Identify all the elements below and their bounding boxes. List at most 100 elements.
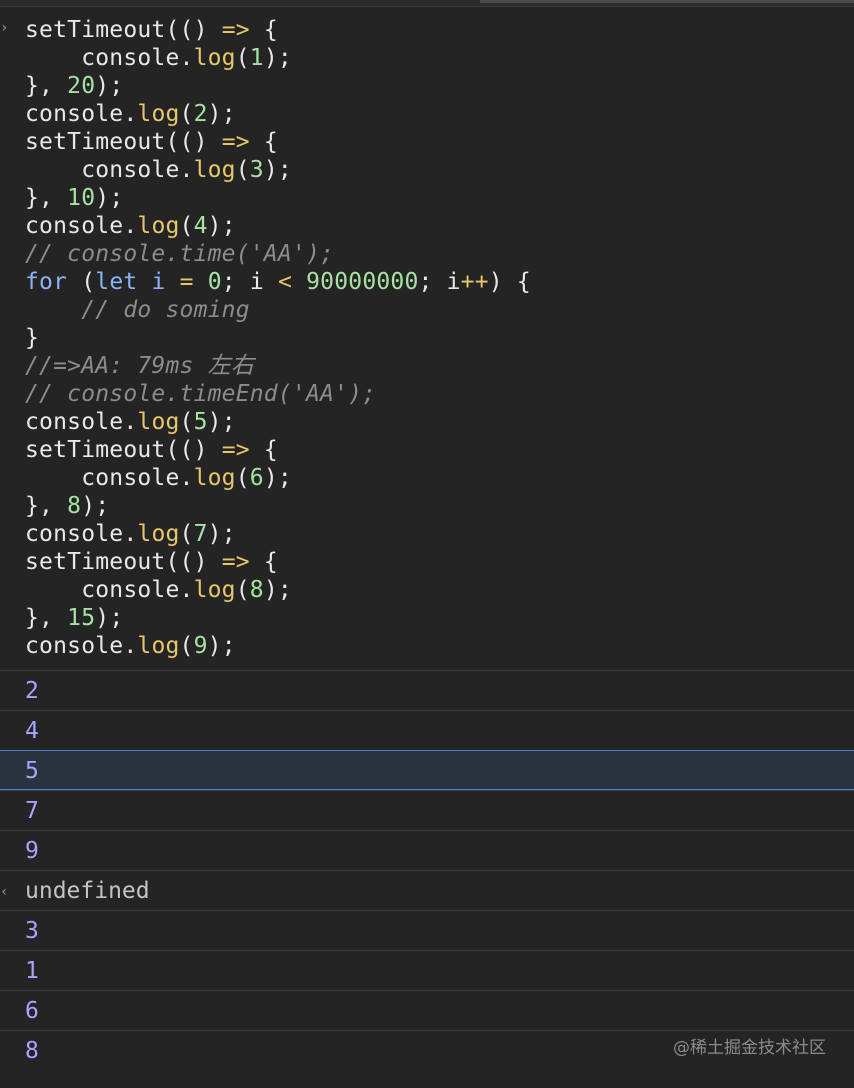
code-token: );	[263, 45, 292, 71]
code-token: console.	[25, 633, 138, 659]
return-value-chevron-icon: ‹	[0, 884, 9, 900]
code-token: },	[25, 185, 68, 211]
log-value: 5	[25, 758, 39, 784]
code-line: }, 10);	[25, 184, 531, 212]
code-token: log	[193, 465, 236, 491]
code-token: (	[67, 269, 96, 295]
code-token: 6	[249, 465, 264, 491]
console-output-list: 2 4 5 7 9 ‹ undefined 3 1 6 8	[0, 670, 854, 1070]
code-token: }	[25, 325, 40, 351]
code-token: (()	[165, 17, 222, 43]
code-token: );	[95, 605, 124, 631]
code-token: i	[151, 269, 166, 295]
code-token: =>	[221, 549, 250, 575]
console-log-row[interactable]: 7	[0, 790, 854, 830]
code-line: console.log(3);	[25, 156, 531, 184]
code-token: {	[249, 17, 278, 43]
code-token: },	[25, 605, 68, 631]
code-token: 1	[249, 45, 264, 71]
code-token: ++	[460, 269, 489, 295]
code-line: }	[25, 324, 531, 352]
code-token: );	[207, 101, 236, 127]
console-log-row[interactable]: 5	[0, 750, 854, 790]
code-token: {	[249, 437, 278, 463]
console-log-row[interactable]: 1	[0, 950, 854, 990]
console-log-row[interactable]: 9	[0, 830, 854, 870]
code-token: =	[179, 269, 194, 295]
code-token: 2	[193, 101, 208, 127]
code-line: console.log(9);	[25, 632, 531, 660]
code-line: console.log(7);	[25, 520, 531, 548]
code-line: // do soming	[25, 296, 531, 324]
code-token: setTimeout	[25, 437, 166, 463]
code-token: console.	[25, 45, 194, 71]
code-line: console.log(8);	[25, 576, 531, 604]
console-input-entry[interactable]: › setTimeout(() => { console.log(1);}, 2…	[0, 7, 854, 670]
log-value: 1	[25, 958, 39, 984]
console-log-row[interactable]: 6	[0, 990, 854, 1030]
code-token: (	[179, 633, 194, 659]
code-line: // console.timeEnd('AA');	[25, 380, 531, 408]
code-token: console.	[25, 101, 138, 127]
code-token: (	[235, 45, 250, 71]
console-result-row[interactable]: ‹ undefined	[0, 870, 854, 910]
code-token: 4	[193, 213, 208, 239]
horizontal-scrollbar[interactable]	[480, 0, 854, 3]
code-token: (()	[165, 437, 222, 463]
code-token: );	[263, 577, 292, 603]
code-token: 9	[193, 633, 208, 659]
code-token: (()	[165, 549, 222, 575]
code-token: (	[235, 577, 250, 603]
code-token: ; i	[418, 269, 461, 295]
code-line: setTimeout(() => {	[25, 128, 531, 156]
code-token: },	[25, 493, 68, 519]
code-token: log	[193, 157, 236, 183]
result-value: undefined	[25, 878, 150, 904]
code-token: 0	[207, 269, 222, 295]
code-token: //=>AA: 79ms 左右	[25, 353, 255, 379]
code-token: console.	[25, 465, 194, 491]
console-top-bar	[0, 0, 854, 7]
code-line: console.log(4);	[25, 212, 531, 240]
code-token: <	[278, 269, 293, 295]
code-token: 8	[249, 577, 264, 603]
code-token: 3	[249, 157, 264, 183]
code-token: );	[207, 633, 236, 659]
code-token: 7	[193, 521, 208, 547]
code-line: }, 15);	[25, 604, 531, 632]
console-log-row[interactable]: 2	[0, 670, 854, 710]
log-value: 8	[25, 1038, 39, 1064]
code-token: =>	[221, 129, 250, 155]
log-value: 6	[25, 998, 39, 1024]
code-token: setTimeout	[25, 17, 166, 43]
code-line: console.log(2);	[25, 100, 531, 128]
code-token: );	[263, 465, 292, 491]
log-value: 9	[25, 838, 39, 864]
code-token: log	[137, 213, 180, 239]
code-token: (	[179, 521, 194, 547]
code-token: // console.time('AA');	[25, 241, 335, 267]
code-token: console.	[25, 213, 138, 239]
code-token: setTimeout	[25, 549, 166, 575]
code-token: (	[235, 157, 250, 183]
code-token: );	[95, 73, 124, 99]
code-token: =>	[221, 17, 250, 43]
console-log-row[interactable]: 3	[0, 910, 854, 950]
code-token: ) {	[488, 269, 531, 295]
code-token: log	[137, 633, 180, 659]
code-token: for	[25, 269, 68, 295]
code-token: log	[193, 45, 236, 71]
code-token: console.	[25, 577, 194, 603]
log-value: 7	[25, 798, 39, 824]
code-line: for (let i = 0; i < 90000000; i++) {	[25, 268, 531, 296]
code-line: //=>AA: 79ms 左右	[25, 352, 531, 380]
code-token: },	[25, 73, 68, 99]
code-block[interactable]: setTimeout(() => { console.log(1);}, 20)…	[25, 16, 531, 660]
console-log-row[interactable]: 4	[0, 710, 854, 750]
code-token: 10	[67, 185, 96, 211]
code-token: log	[137, 521, 180, 547]
watermark: @稀土掘金技术社区	[673, 1038, 826, 1058]
